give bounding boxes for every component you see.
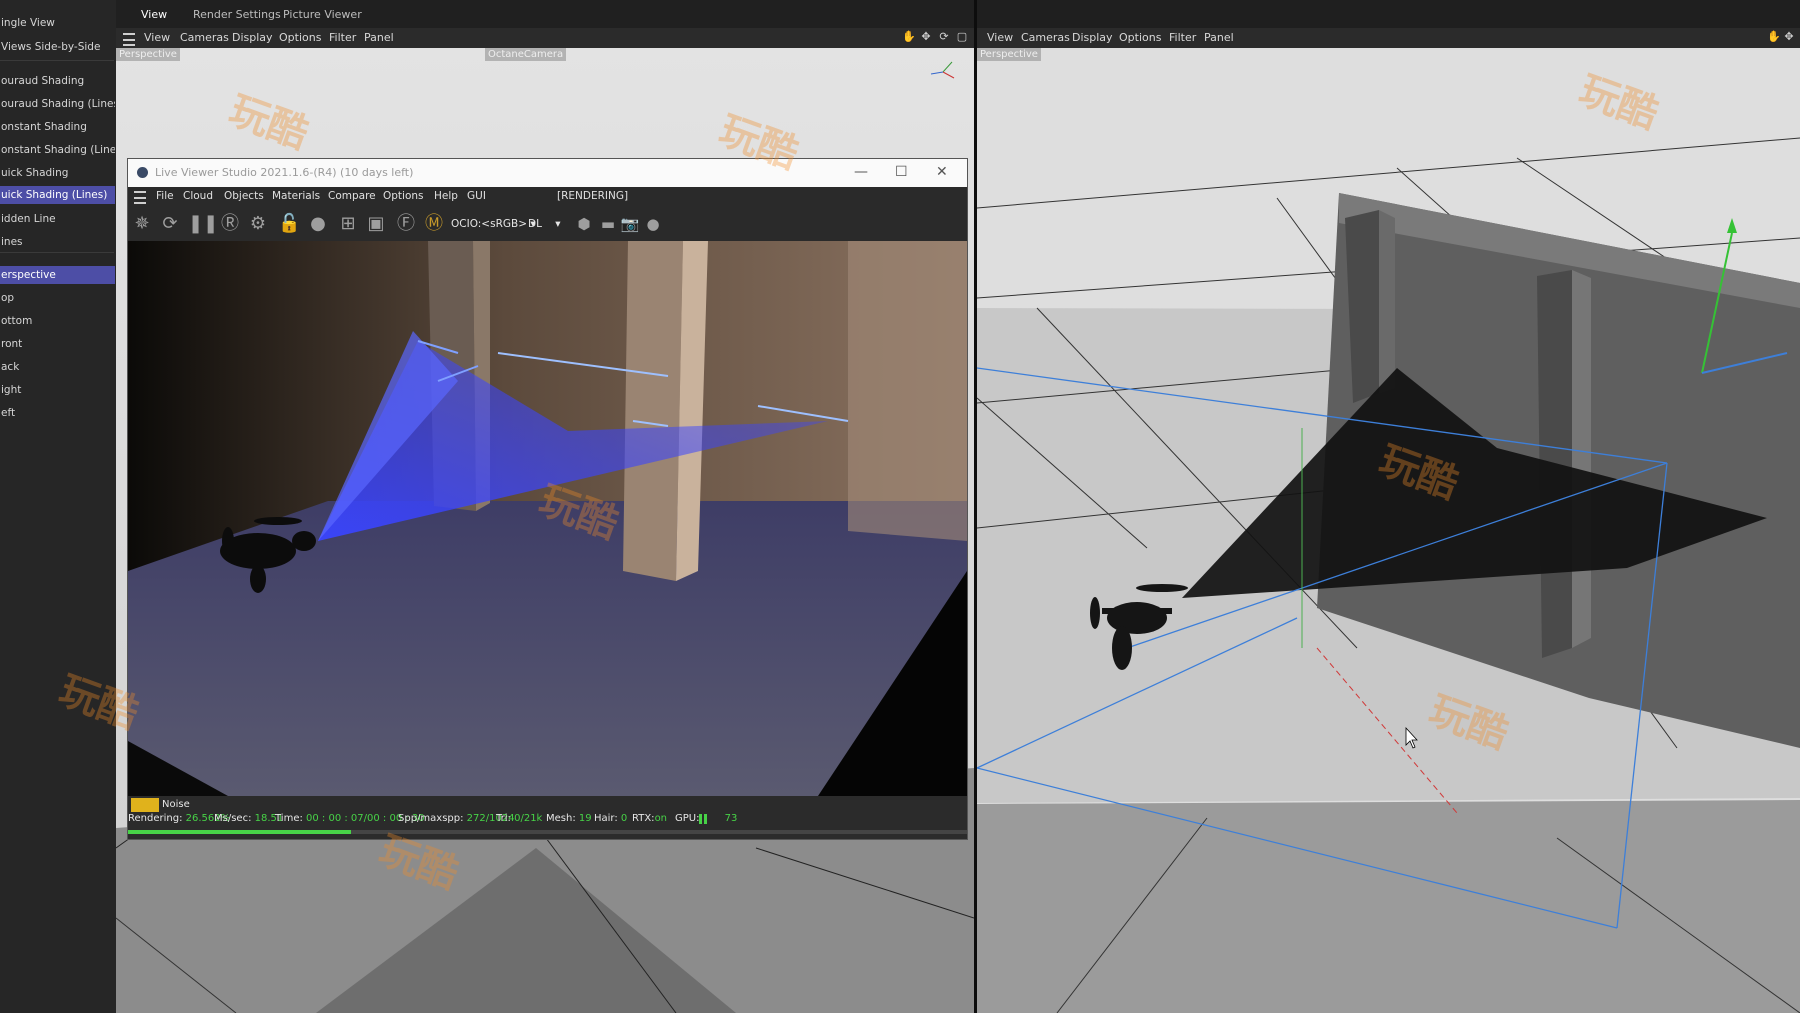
- settings-gear-icon[interactable]: ⚙: [248, 214, 268, 234]
- menu-item-gouraud-shading-lines[interactable]: ouraud Shading (Lines): [0, 95, 115, 113]
- region-render-icon[interactable]: Ⓡ: [220, 214, 240, 234]
- viewport-menu-panel[interactable]: Panel: [1204, 31, 1234, 44]
- pan-hand-icon[interactable]: ✋: [902, 31, 916, 43]
- lock-icon[interactable]: 🔓: [278, 214, 300, 234]
- material-picker-icon[interactable]: Ⓜ: [424, 214, 444, 234]
- menu-item-hidden-line[interactable]: idden Line: [0, 210, 115, 228]
- film-region-icon[interactable]: ▣: [366, 214, 386, 234]
- menu-help[interactable]: Help: [434, 190, 458, 202]
- live-viewer-toolbar: ✵ ⟳ ❚❚ Ⓡ ⚙ 🔓 ● ⊞ ▣ Ⓕ Ⓜ OCIO:<sRGB> ▾ DL …: [128, 205, 967, 241]
- viewport-menu-filter[interactable]: Filter: [1169, 31, 1196, 44]
- render-preview[interactable]: [128, 241, 967, 796]
- menu-materials[interactable]: Materials: [272, 190, 320, 202]
- rendering-status-tag: [RENDERING]: [557, 190, 629, 202]
- viewport-menu-filter[interactable]: Filter: [329, 31, 356, 44]
- menu-item-constant-shading-lines[interactable]: onstant Shading (Lines): [0, 141, 115, 159]
- live-viewer-window[interactable]: Live Viewer Studio 2021.1.6-(R4) (10 day…: [127, 158, 968, 840]
- add-region-icon[interactable]: ⊞: [338, 214, 358, 234]
- hamburger-menu-icon[interactable]: [123, 33, 135, 46]
- menu-separator: [0, 252, 114, 253]
- focus-picker-icon[interactable]: Ⓕ: [396, 214, 416, 234]
- menu-item-single-view[interactable]: ingle View: [0, 14, 115, 32]
- hamburger-menu-icon[interactable]: [134, 191, 146, 204]
- channel-noise-tab[interactable]: Noise: [162, 798, 190, 812]
- send-scene-icon[interactable]: ✵: [132, 214, 152, 234]
- menu-item-quick-shading[interactable]: uick Shading: [0, 164, 115, 182]
- menu-file[interactable]: File: [156, 190, 174, 202]
- clay-mode-icon[interactable]: ▬: [598, 214, 618, 234]
- camera-icon[interactable]: 📷: [620, 214, 640, 234]
- restart-render-icon[interactable]: ⟳: [160, 214, 180, 234]
- render-progress-track: [128, 830, 967, 834]
- viewport-menu-options[interactable]: Options: [279, 31, 321, 44]
- status-mesh: Mesh: 19: [546, 813, 592, 824]
- menu-cloud[interactable]: Cloud: [183, 190, 213, 202]
- menu-item-back[interactable]: ack: [0, 358, 115, 376]
- octane-logo-icon: [137, 167, 148, 178]
- move-arrows-icon[interactable]: ✥: [1783, 31, 1795, 43]
- status-hair: Hair: 0: [594, 813, 628, 824]
- menu-item-top[interactable]: op: [0, 289, 115, 307]
- move-arrows-icon[interactable]: ✥: [920, 31, 932, 43]
- live-viewer-statusbar: Main Noise Rendering: 26.562% Ms/sec: 18…: [128, 796, 967, 839]
- maximize-icon[interactable]: ☐: [895, 164, 908, 180]
- viewport-menu-cameras[interactable]: Cameras: [1021, 31, 1070, 44]
- menu-options[interactable]: Options: [383, 190, 424, 202]
- right-viewport[interactable]: Perspective: [977, 48, 1800, 1013]
- live-viewer-titlebar[interactable]: Live Viewer Studio 2021.1.6-(R4) (10 day…: [128, 159, 967, 187]
- menu-gui[interactable]: GUI: [467, 190, 486, 202]
- left-viewport-menubar: View Cameras Display Options Filter Pane…: [116, 28, 974, 48]
- camera-label: OctaneCamera: [485, 48, 567, 61]
- viewport-menu-display[interactable]: Display: [1072, 31, 1113, 44]
- tab-picture-viewer[interactable]: Picture Viewer: [283, 8, 362, 21]
- viewport-menu-cameras[interactable]: Cameras: [180, 31, 229, 44]
- status-gpu: GPU: 73: [675, 813, 738, 824]
- status-tri: Tri: 0/21k: [496, 813, 543, 824]
- menu-item-bottom[interactable]: ottom: [0, 312, 115, 330]
- status-rtx: RTX:on: [632, 813, 668, 824]
- live-viewer-title: Live Viewer Studio 2021.1.6-(R4) (10 day…: [155, 166, 414, 179]
- menu-item-perspective[interactable]: erspective: [0, 266, 115, 284]
- viewport-menu-view[interactable]: View: [144, 31, 170, 44]
- viewport-menu-panel[interactable]: Panel: [364, 31, 394, 44]
- viewport-menu-display[interactable]: Display: [232, 31, 273, 44]
- minimize-icon[interactable]: —: [854, 164, 868, 180]
- display-mode-menu: ingle View Views Side-by-Side ouraud Sha…: [0, 0, 116, 1013]
- menu-item-left[interactable]: eft: [0, 404, 115, 422]
- menu-item-right[interactable]: ight: [0, 381, 115, 399]
- right-viewport-menubar: View Cameras Display Options Filter Pane…: [977, 28, 1800, 48]
- pan-hand-icon[interactable]: ✋: [1767, 31, 1781, 43]
- viewport-label-perspective: Perspective: [116, 48, 180, 61]
- status-ms-sec: Ms/sec: 18.51: [214, 813, 284, 824]
- menu-item-lines[interactable]: ines: [0, 233, 115, 251]
- viewport-menu-options[interactable]: Options: [1119, 31, 1161, 44]
- tab-render-settings[interactable]: Render Settings: [193, 8, 281, 21]
- record-icon[interactable]: ●: [643, 214, 663, 234]
- top-tab-bar: View Render Settings Picture Viewer: [116, 0, 975, 28]
- menu-item-views-side-by-side[interactable]: Views Side-by-Side: [0, 38, 115, 56]
- menu-objects[interactable]: Objects: [224, 190, 264, 202]
- render-progress-fill: [128, 830, 351, 834]
- tab-view[interactable]: View: [141, 8, 167, 21]
- menu-item-constant-shading[interactable]: onstant Shading: [0, 118, 115, 136]
- menu-item-front[interactable]: ront: [0, 335, 115, 353]
- close-icon[interactable]: ✕: [936, 164, 948, 180]
- menu-item-gouraud-shading[interactable]: ouraud Shading: [0, 72, 115, 90]
- rotate-icon[interactable]: ⟳: [938, 31, 950, 43]
- render-image: [128, 241, 967, 796]
- pause-icon[interactable]: ❚❚: [188, 214, 218, 234]
- menu-compare[interactable]: Compare: [328, 190, 376, 202]
- material-sphere-icon[interactable]: ●: [308, 214, 328, 234]
- right-viewport-scene: [977, 48, 1800, 1013]
- menu-item-quick-shading-lines[interactable]: uick Shading (Lines): [0, 186, 115, 204]
- viewport-menu-view[interactable]: View: [987, 31, 1013, 44]
- kernel-mode-select[interactable]: DL ▾: [528, 216, 561, 232]
- menu-separator: [0, 60, 114, 61]
- maximize-view-icon[interactable]: ▢: [956, 31, 968, 43]
- ocio-select[interactable]: OCIO:<sRGB> ▾: [451, 216, 536, 232]
- viewport-label-perspective: Perspective: [977, 48, 1041, 61]
- cube-icon[interactable]: ⬢: [574, 214, 594, 234]
- live-viewer-menubar: File Cloud Objects Materials Compare Opt…: [128, 187, 967, 205]
- channel-main-tab[interactable]: Main: [131, 798, 159, 812]
